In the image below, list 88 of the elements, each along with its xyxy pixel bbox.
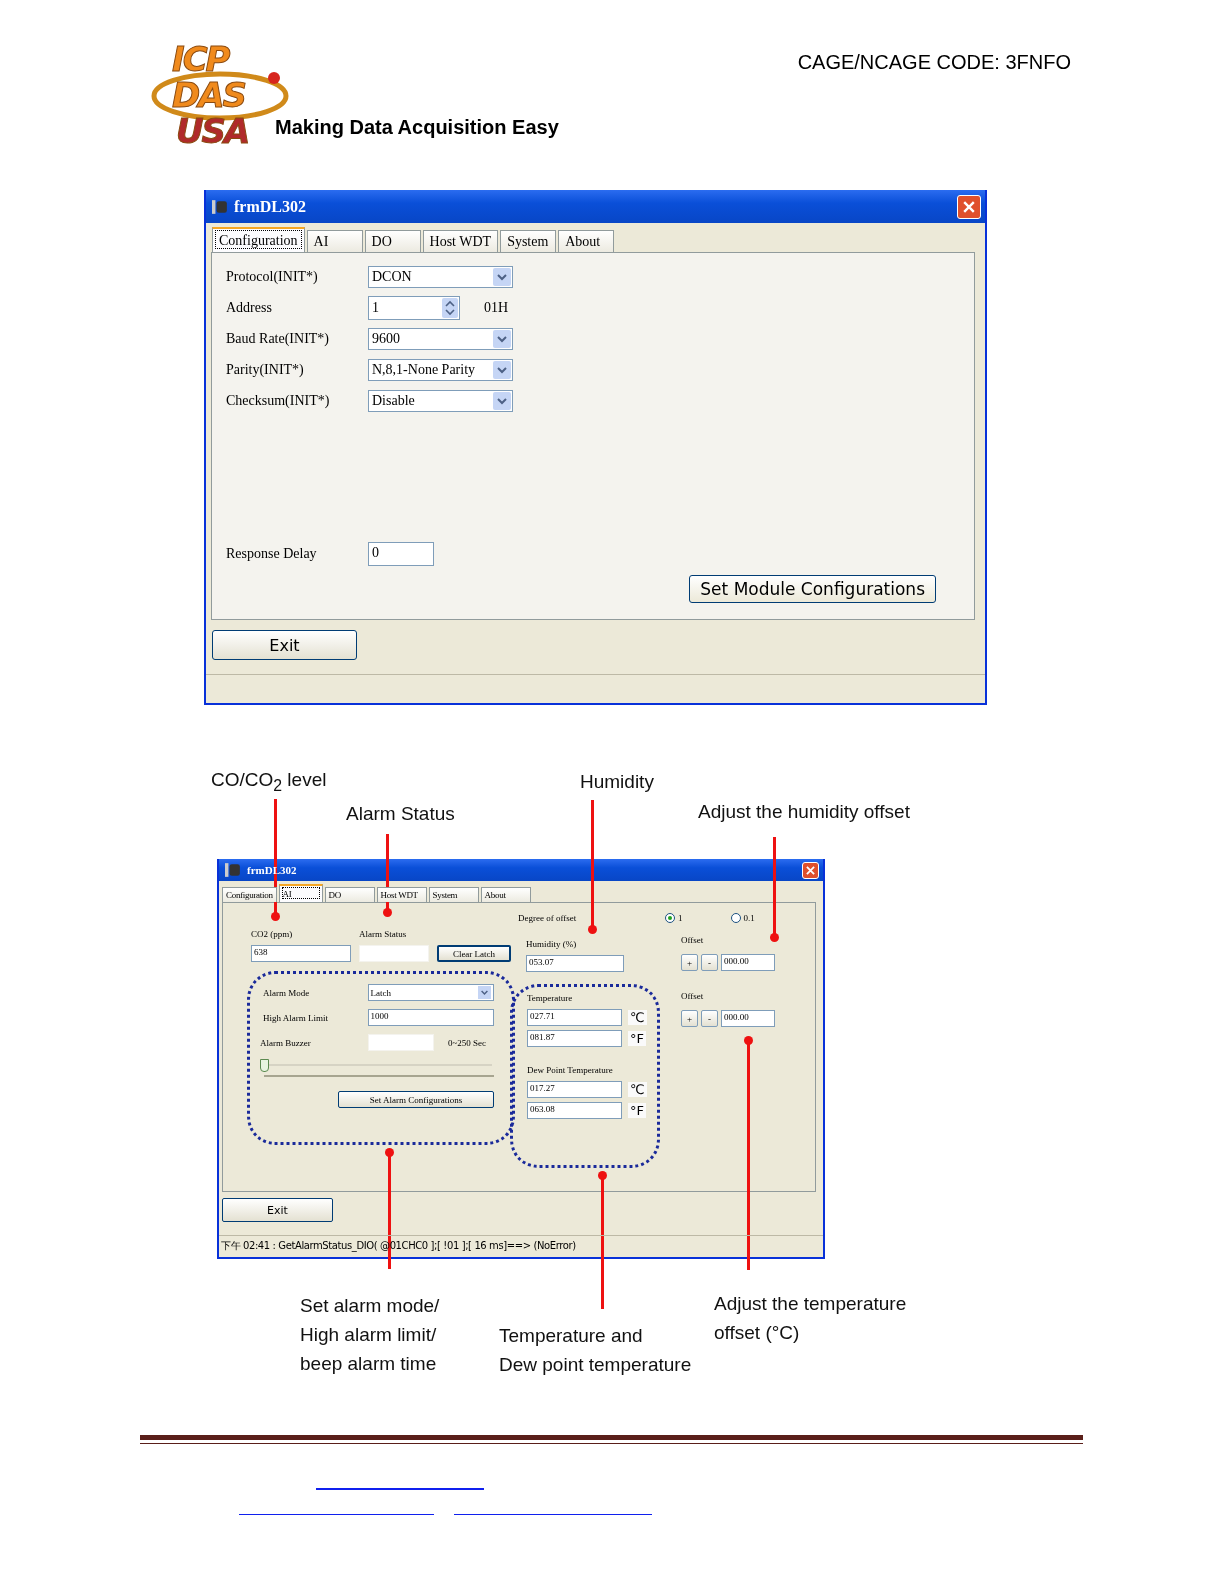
tab[interactable]: Configuration xyxy=(212,227,305,252)
logo-text: DAS xyxy=(172,78,246,112)
offset-field[interactable]: 000.00 xyxy=(721,954,775,971)
cage-code: CAGE/NCAGE CODE: 3FNFO xyxy=(797,51,1071,74)
offset-field[interactable]: 000.00 xyxy=(721,1010,775,1027)
humidity-label: Humidity (%) xyxy=(526,939,577,949)
tab[interactable]: DO xyxy=(324,887,375,902)
tab[interactable]: About xyxy=(480,887,531,902)
spinner-arrows-icon xyxy=(442,297,458,318)
hex-address: 01H xyxy=(484,299,509,316)
tab[interactable]: Configuration xyxy=(222,887,277,902)
callout-text: CO/CO$_{2}$ level xyxy=(211,768,327,796)
alarm-status-label: Alarm Status xyxy=(359,929,408,939)
input-field[interactable] xyxy=(368,1034,434,1051)
callout-text: Set alarm mode/ High alarm limit/ beep alarm time xyxy=(300,1294,440,1376)
field-label: Checksum(INIT*) xyxy=(225,392,331,409)
set-alarm-button[interactable]: Set Alarm Configurations xyxy=(338,1091,494,1108)
co2-label: CO2 (ppm) xyxy=(251,929,294,939)
offset-label: Offset xyxy=(681,935,705,945)
input-field[interactable]: 1000 xyxy=(367,1009,494,1026)
tab[interactable]: System xyxy=(428,887,479,902)
exit-button[interactable]: Exit xyxy=(222,1198,333,1222)
field-label: Response Delay xyxy=(225,545,318,562)
minus-button[interactable]: - xyxy=(701,1010,718,1027)
close-icon xyxy=(806,865,815,875)
tab[interactable]: System xyxy=(500,230,557,252)
radio-label: 0.1 xyxy=(743,913,755,923)
dropdown[interactable]: Disable xyxy=(368,389,513,412)
dropdown[interactable]: N,8,1-None Parity xyxy=(368,358,513,381)
exit-button[interactable]: Exit xyxy=(212,630,357,660)
dropdown[interactable]: DCON xyxy=(368,265,513,288)
input-field[interactable]: 0 xyxy=(368,541,434,566)
group-label: Temperature xyxy=(527,993,574,1003)
unit-label: ℃ xyxy=(628,1010,647,1025)
tab[interactable]: Host WDT xyxy=(422,230,499,252)
degree-label: Degree of offset xyxy=(518,913,577,923)
minus-button[interactable]: - xyxy=(701,954,718,971)
field-label: Alarm Buzzer xyxy=(260,1037,312,1048)
tab[interactable]: DO xyxy=(364,230,421,252)
slider-thumb[interactable] xyxy=(260,1059,269,1072)
field-label: Address xyxy=(225,299,273,316)
plus-button[interactable]: + xyxy=(681,954,698,971)
logo-text: USA xyxy=(176,114,249,148)
callout-text: Alarm Status xyxy=(346,802,455,826)
callout-text: Adjust the temperature offset (°C) xyxy=(714,1292,907,1345)
offset-label: Offset xyxy=(681,991,705,1001)
tab[interactable]: AI xyxy=(278,884,323,902)
radio-button[interactable] xyxy=(730,913,741,923)
logo-text: ICP xyxy=(172,42,229,76)
close-button[interactable] xyxy=(957,194,981,219)
callout-text: Temperature and Dew point temperature xyxy=(499,1324,692,1377)
set-configurations-button[interactable]: Set Module Configurations xyxy=(689,575,936,603)
clear-latch-button[interactable]: Clear Latch xyxy=(437,945,511,962)
radio-label: 1 xyxy=(678,913,683,923)
tab[interactable]: Host WDT xyxy=(376,887,427,902)
co2-field[interactable]: 638 xyxy=(251,945,351,962)
callout-text: Humidity xyxy=(580,770,654,794)
range-label: 0~250 Sec xyxy=(448,1037,487,1048)
humidity-field[interactable]: 053.07 xyxy=(526,955,624,972)
radio-button[interactable] xyxy=(665,913,675,923)
dropdown[interactable]: 9600 xyxy=(368,327,513,350)
reading-field[interactable]: 081.87 xyxy=(527,1030,622,1047)
unit-label: °F xyxy=(628,1031,646,1046)
window-title: frmDL302 xyxy=(234,197,307,216)
field-label: Parity(INIT*) xyxy=(225,361,305,378)
field-label: Alarm Mode xyxy=(262,987,311,998)
spinner-field[interactable]: 1 xyxy=(368,295,460,320)
tab[interactable]: About xyxy=(558,230,615,252)
close-icon xyxy=(963,200,975,213)
group-label: Dew Point Temperature xyxy=(527,1065,614,1075)
tab[interactable]: AI xyxy=(306,230,363,252)
dropdown[interactable]: Latch xyxy=(367,984,494,1001)
slider[interactable] xyxy=(260,1059,492,1073)
reading-field[interactable]: 017.27 xyxy=(527,1081,622,1098)
app-icon xyxy=(225,862,241,878)
slogan: Making Data Acquisition Easy xyxy=(275,116,559,139)
unit-label: ℃ xyxy=(628,1082,647,1097)
field-label: Protocol(INIT*) xyxy=(225,268,319,285)
reading-field[interactable]: 027.71 xyxy=(527,1009,622,1026)
field-label: Baud Rate(INIT*) xyxy=(225,330,331,347)
unit-label: °F xyxy=(628,1103,646,1118)
close-button[interactable] xyxy=(802,861,819,879)
app-icon xyxy=(212,198,228,215)
plus-button[interactable]: + xyxy=(681,1010,698,1027)
callout-text: Adjust the humidity offset xyxy=(698,800,910,824)
reading-field[interactable]: 063.08 xyxy=(527,1102,622,1119)
field-label: High Alarm Limit xyxy=(262,1012,329,1023)
alarm-status-field xyxy=(359,945,429,962)
